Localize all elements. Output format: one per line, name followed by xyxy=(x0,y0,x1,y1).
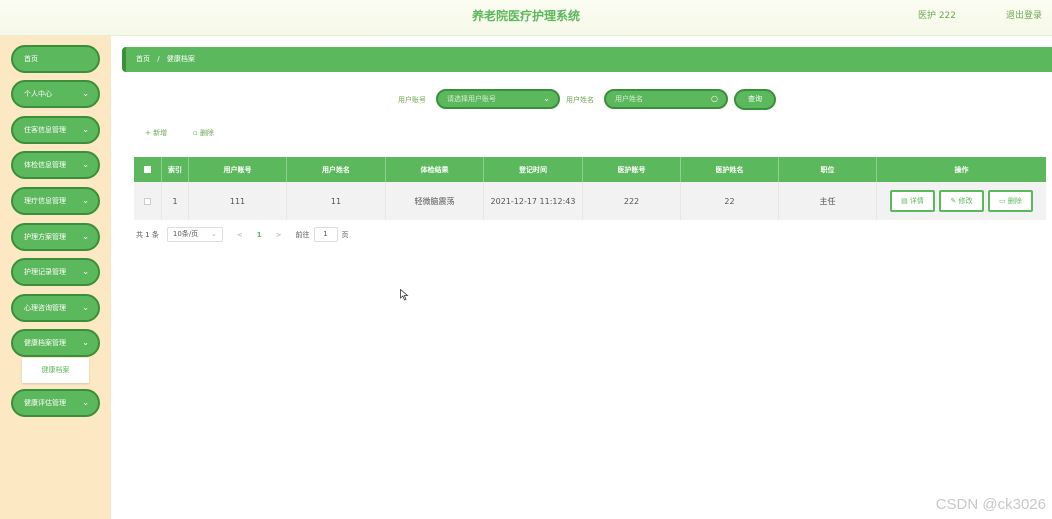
col-register-time: 登记时间 xyxy=(484,157,583,182)
select-all-checkbox[interactable] xyxy=(134,157,162,182)
sidebar-item-label: 个人中心 xyxy=(24,90,52,98)
chevron-down-icon: ⌄ xyxy=(82,160,89,169)
page-unit-label: 页 xyxy=(341,230,349,239)
sidebar-item-label: 健康评估管理 xyxy=(24,399,66,407)
chevron-down-icon: ⌄ xyxy=(82,338,89,347)
col-checkup-result: 体检结果 xyxy=(386,157,484,182)
prev-page-button[interactable]: < xyxy=(237,231,243,239)
watermark: CSDN @ck3026 xyxy=(935,496,1046,513)
cell-user-account: 111 xyxy=(189,182,287,220)
cell-user-name: 11 xyxy=(287,182,386,220)
document-icon: ▤ xyxy=(901,197,910,205)
page-size-value: 10条/页 xyxy=(172,230,199,238)
checkbox-icon xyxy=(144,197,151,205)
cell-index: 1 xyxy=(162,182,189,220)
pencil-icon: ✎ xyxy=(950,197,959,205)
sidebar-item-home[interactable]: 首页 xyxy=(11,45,100,73)
col-staff-account: 医护账号 xyxy=(583,157,681,182)
table-row: 1 111 11 轻微脑震荡 2021-12-17 11:12:43 222 2… xyxy=(134,182,1046,220)
top-header: 养老院医疗护理系统 医护 222 退出登录 xyxy=(0,0,1052,36)
page-size-select[interactable]: 10条/页 ⌄ xyxy=(166,227,223,242)
cell-position: 主任 xyxy=(779,182,877,220)
chevron-down-icon: ⌄ xyxy=(82,267,89,276)
query-button[interactable]: 查询 xyxy=(734,89,776,110)
app-title: 养老院医疗护理系统 xyxy=(471,9,580,23)
chevron-down-icon: ⌄ xyxy=(82,398,89,407)
breadcrumb-separator: / xyxy=(157,55,160,63)
chevron-down-icon: ⌄ xyxy=(82,125,89,134)
breadcrumb: 首页 / 健康档案 xyxy=(122,47,1052,72)
sidebar-item-health-records[interactable]: 健康档案管理 ⌄ xyxy=(11,329,100,357)
sidebar-item-label: 心理咨询管理 xyxy=(24,304,66,312)
sidebar-item-health-assessment[interactable]: 健康评估管理 ⌄ xyxy=(11,389,100,417)
sidebar-item-label: 住客信息管理 xyxy=(24,126,66,134)
account-select-placeholder: 请选择用户账号 xyxy=(447,95,496,103)
sidebar-item-care-record[interactable]: 护理记录管理 ⌄ xyxy=(11,258,100,286)
breadcrumb-home[interactable]: 首页 xyxy=(136,55,150,63)
detail-button-label: 详情 xyxy=(909,197,924,205)
sidebar-item-label: 健康档案管理 xyxy=(24,339,66,347)
sidebar-item-resident-info[interactable]: 住客信息管理 ⌄ xyxy=(11,116,100,144)
edit-button[interactable]: ✎ 修改 xyxy=(939,190,984,212)
pagination: 共 1 条 10条/页 ⌄ < 1 > 前往 1 页 xyxy=(136,227,349,242)
chevron-down-icon: ⌄ xyxy=(82,303,89,312)
col-operations: 操作 xyxy=(954,165,969,174)
cell-operations: ▤ 详情 ✎ 修改 ▭ 删除 xyxy=(877,182,1046,220)
detail-button[interactable]: ▤ 详情 xyxy=(890,190,935,212)
row-checkbox[interactable] xyxy=(134,182,162,220)
edit-button-label: 修改 xyxy=(958,197,973,205)
goto-label: 前往 xyxy=(295,230,310,239)
search-icon: ○ xyxy=(711,94,718,103)
bulk-delete-label: 删除 xyxy=(199,129,214,137)
sidebar-item-label: 护理记录管理 xyxy=(24,268,66,276)
chevron-down-icon: ⌄ xyxy=(211,230,217,238)
account-label: 用户账号 xyxy=(398,96,426,104)
bulk-delete-button[interactable]: ▫ 删除 xyxy=(193,128,214,138)
cell-staff-name: 22 xyxy=(681,182,779,220)
mouse-cursor-icon xyxy=(400,289,409,301)
chevron-down-icon: ⌄ xyxy=(82,196,89,205)
col-staff-name: 医护姓名 xyxy=(681,157,779,182)
submenu-item-health-record[interactable]: 健康档案 xyxy=(22,358,89,383)
account-select[interactable]: 请选择用户账号 ⌄ xyxy=(436,89,560,109)
col-index: 索引 xyxy=(162,157,189,182)
next-page-button[interactable]: > xyxy=(276,231,282,239)
cell-staff-account: 222 xyxy=(583,182,681,220)
sidebar-item-personal-center[interactable]: 个人中心 ⌄ xyxy=(11,80,100,108)
col-user-name: 用户姓名 xyxy=(287,157,386,182)
name-search-input[interactable]: 用户姓名 ○ xyxy=(604,89,728,109)
table-header: 索引 用户账号 用户姓名 体检结果 登记时间 医护账号 医护姓名 职位 操作 xyxy=(134,157,1046,182)
chevron-down-icon: ⌄ xyxy=(82,232,89,241)
chevron-down-icon: ⌄ xyxy=(82,89,89,98)
goto-page-input[interactable]: 1 xyxy=(313,227,338,242)
logout-link[interactable]: 退出登录 xyxy=(1006,8,1042,21)
sidebar-item-label: 护理方案管理 xyxy=(24,233,66,241)
page-number-current[interactable]: 1 xyxy=(257,231,262,239)
pagination-total: 共 1 条 xyxy=(136,230,159,239)
name-label: 用户姓名 xyxy=(566,96,594,104)
sidebar-item-label: 首页 xyxy=(24,55,38,63)
checkbox-icon xyxy=(144,166,151,173)
current-user: 医护 222 xyxy=(917,11,956,21)
col-position: 职位 xyxy=(779,157,877,182)
cell-register-time: 2021-12-17 11:12:43 xyxy=(484,182,583,220)
sidebar-item-label: 理疗信息管理 xyxy=(24,197,66,205)
add-button[interactable]: + 新增 xyxy=(145,128,167,138)
sidebar-item-care-plan[interactable]: 护理方案管理 ⌄ xyxy=(11,223,100,251)
sidebar-item-checkup-info[interactable]: 体检信息管理 ⌄ xyxy=(11,151,100,179)
health-record-table: 索引 用户账号 用户姓名 体检结果 登记时间 医护账号 医护姓名 职位 操作 1… xyxy=(134,157,1046,220)
trash-icon: ▫ xyxy=(193,129,200,137)
sidebar: 首页 个人中心 ⌄ 住客信息管理 ⌄ 体检信息管理 ⌄ 理疗信息管理 ⌄ 护理方… xyxy=(0,36,111,519)
chevron-down-icon: ⌄ xyxy=(543,94,550,103)
cell-checkup-result: 轻微脑震荡 xyxy=(386,182,484,220)
sidebar-item-counseling[interactable]: 心理咨询管理 ⌄ xyxy=(11,294,100,322)
name-search-placeholder: 用户姓名 xyxy=(615,95,643,103)
trash-icon: ▭ xyxy=(999,197,1008,205)
delete-button-label: 删除 xyxy=(1007,197,1022,205)
col-user-account: 用户账号 xyxy=(189,157,287,182)
sidebar-item-therapy-info[interactable]: 理疗信息管理 ⌄ xyxy=(11,187,100,215)
sidebar-item-label: 体检信息管理 xyxy=(24,161,66,169)
breadcrumb-current: 健康档案 xyxy=(166,55,195,63)
delete-button[interactable]: ▭ 删除 xyxy=(988,190,1033,212)
